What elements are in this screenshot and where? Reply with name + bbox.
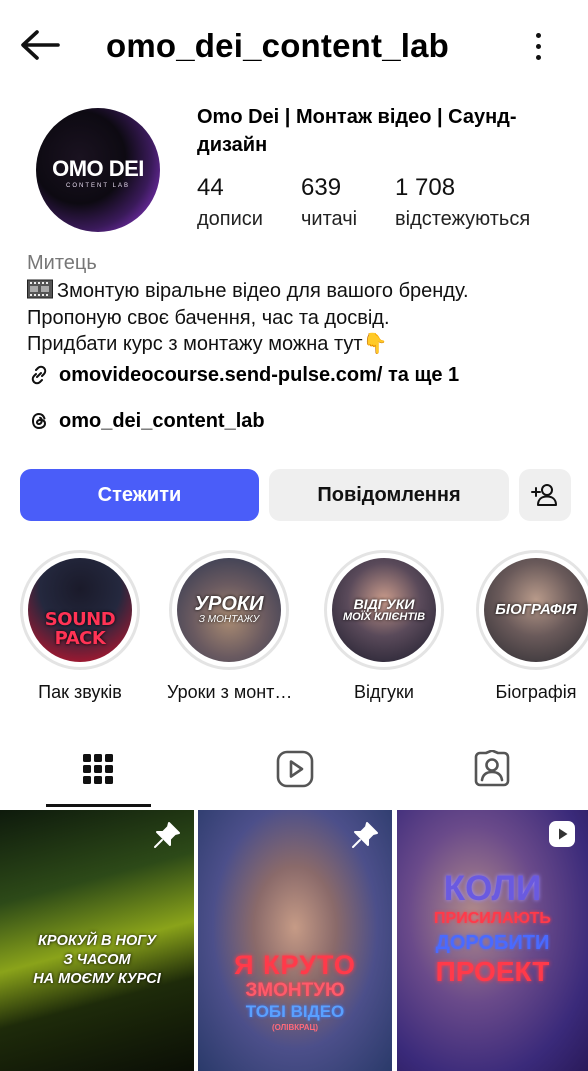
- highlight-ring: ВІДГУКИ МОЇХ КЛІЄНТІВ: [324, 550, 444, 670]
- highlight-cover-subtext: З МОНТАЖУ: [198, 614, 260, 626]
- highlight-cover: УРОКИ З МОНТАЖУ: [177, 558, 281, 662]
- profile-avatar[interactable]: OMO DEI CONTENT LAB: [36, 108, 160, 232]
- highlight-label: Пак звуків: [38, 682, 122, 702]
- post-caption: Я КРУТО ЗМОНТУЮ ТОБІ ВІДЕО (ОЛІВКРАЦ): [198, 950, 392, 1034]
- highlight-label: Уроки з монт…: [167, 682, 293, 702]
- highlight-cover: БІОГРАФІЯ: [484, 558, 588, 662]
- stat-followers[interactable]: 639 читачі: [301, 172, 357, 234]
- followers-count: 639: [301, 174, 342, 201]
- bio-text-3: Придбати курс з монтажу можна тут👇: [27, 333, 388, 355]
- posts-label: дописи: [197, 208, 263, 230]
- threads-badge[interactable]: omo_dei_content_lab: [27, 407, 265, 435]
- film-frames-icon: [27, 279, 53, 299]
- posts-grid: КРОКУЙ В НОГУ З ЧАСОМ НА МОЄМУ КУРСІ Я К…: [0, 810, 588, 1071]
- post-caption-line: КРОКУЙ В НОГУ: [37, 933, 157, 949]
- threads-handle: omo_dei_content_lab: [59, 409, 265, 432]
- tagged-icon: [474, 750, 510, 787]
- posts-count: 44: [197, 174, 224, 201]
- stat-following[interactable]: 1 708 відстежуються: [395, 172, 530, 234]
- highlight-cover-text: SOUND PACK: [44, 609, 116, 649]
- tab-posts-grid[interactable]: [43, 733, 153, 805]
- post-tile[interactable]: Я КРУТО ЗМОНТУЮ ТОБІ ВІДЕО (ОЛІВКРАЦ): [198, 810, 392, 1071]
- threads-icon: [31, 412, 47, 430]
- post-tile[interactable]: КОЛИ ПРИСИЛАЮТЬ ДОРОБИТИ ПРОЕКТ: [397, 810, 588, 1071]
- profile-bio: Змонтую віральне відео для вашого бренду…: [27, 278, 577, 358]
- story-highlights: SOUND PACK Пак звуків УРОКИ З МОНТАЖУ Ур…: [0, 550, 588, 710]
- highlight-reviews[interactable]: ВІДГУКИ МОЇХ КЛІЄНТІВ Відгуки: [322, 550, 446, 704]
- highlight-label: Біографія: [495, 682, 577, 702]
- bio-text-1: Змонтую віральне відео для вашого бренду…: [57, 280, 469, 302]
- post-caption-line: ТОБІ ВІДЕО: [245, 1002, 345, 1021]
- profile-tabs: [0, 733, 588, 807]
- avatar-logo-text: OMO DEI: [52, 155, 144, 181]
- following-count: 1 708: [395, 174, 456, 201]
- highlight-cover: SOUND PACK: [28, 558, 132, 662]
- post-caption-line: КОЛИ: [443, 869, 542, 908]
- post-caption-line: ЗМОНТУЮ: [245, 980, 345, 1001]
- reels-icon: [276, 750, 314, 788]
- highlight-lessons[interactable]: УРОКИ З МОНТАЖУ Уроки з монт…: [167, 550, 293, 704]
- follow-button[interactable]: Стежити: [20, 469, 259, 521]
- avatar-image: OMO DEI CONTENT LAB: [36, 108, 160, 232]
- followers-label: читачі: [301, 208, 358, 230]
- page-title: omo_dei_content_lab: [106, 27, 450, 64]
- highlight-ring: SOUND PACK: [20, 550, 140, 670]
- add-user-icon: [531, 484, 557, 506]
- post-tile[interactable]: КРОКУЙ В НОГУ З ЧАСОМ НА МОЄМУ КУРСІ: [0, 810, 194, 1071]
- post-caption-line: НА МОЄМУ КУРСІ: [33, 971, 161, 987]
- post-caption-line: З ЧАСОМ: [63, 952, 131, 968]
- back-button[interactable]: [18, 24, 62, 68]
- highlight-sound-pack[interactable]: SOUND PACK Пак звуків: [18, 550, 142, 704]
- highlight-cover-text: УРОКИ: [194, 593, 264, 616]
- post-caption-line: (ОЛІВКРАЦ): [271, 1023, 319, 1032]
- highlight-cover-text: ВІДГУКИ: [353, 595, 415, 612]
- bio-link[interactable]: omovideocourse.send-pulse.com/ та ще 1: [27, 361, 459, 389]
- highlight-cover: ВІДГУКИ МОЇХ КЛІЄНТІВ: [332, 558, 436, 662]
- profile-display-name: Omo Dei | Монтаж відео | Саунд-дизайн: [197, 106, 517, 156]
- post-caption-line: ПРИСИЛАЮТЬ: [434, 910, 551, 927]
- post-caption: КОЛИ ПРИСИЛАЮТЬ ДОРОБИТИ ПРОЕКТ: [397, 870, 588, 988]
- profile-category: Митець: [27, 252, 97, 274]
- pin-icon: [154, 822, 180, 848]
- following-label: відстежуються: [395, 208, 531, 230]
- more-dot-icon: [535, 32, 541, 38]
- bio-line: Змонтую віральне відео для вашого бренду…: [27, 278, 577, 305]
- highlight-cover-subtext: МОЇХ КЛІЄНТІВ: [342, 610, 426, 623]
- top-bar: omo_dei_content_lab: [0, 0, 588, 92]
- highlight-label: Відгуки: [353, 682, 414, 702]
- highlight-cover-text: БІОГРАФІЯ: [495, 601, 577, 619]
- active-tab-indicator: [46, 804, 151, 807]
- highlight-biography[interactable]: БІОГРАФІЯ Біографія: [474, 550, 588, 704]
- tab-reels[interactable]: [240, 733, 350, 805]
- link-text: omovideocourse.send-pulse.com/ та ще 1: [59, 363, 460, 386]
- grid-icon: [83, 754, 113, 784]
- post-caption: КРОКУЙ В НОГУ З ЧАСОМ НА МОЄМУ КУРСІ: [0, 932, 194, 989]
- more-dot-icon: [535, 54, 541, 60]
- highlight-ring: УРОКИ З МОНТАЖУ: [169, 550, 289, 670]
- post-caption-line: Я КРУТО: [234, 950, 356, 980]
- tab-tagged[interactable]: [437, 733, 547, 805]
- more-dot-icon: [535, 43, 541, 49]
- post-caption-line: ПРОЕКТ: [435, 956, 550, 987]
- suggested-users-button[interactable]: [519, 469, 571, 521]
- post-caption-line: ДОРОБИТИ: [435, 932, 550, 954]
- message-button[interactable]: Повідомлення: [269, 469, 509, 521]
- stat-posts[interactable]: 44 дописи: [197, 172, 263, 234]
- reel-icon: [549, 821, 575, 847]
- link-icon: [31, 365, 47, 385]
- highlight-ring: БІОГРАФІЯ: [476, 550, 588, 670]
- pin-icon: [352, 822, 378, 848]
- bio-text-2: Пропоную своє бачення, час та досвід.: [27, 306, 390, 329]
- arrow-left-icon: [21, 30, 60, 60]
- more-options-button[interactable]: [522, 24, 554, 68]
- avatar-logo-subtext: CONTENT LAB: [66, 182, 130, 189]
